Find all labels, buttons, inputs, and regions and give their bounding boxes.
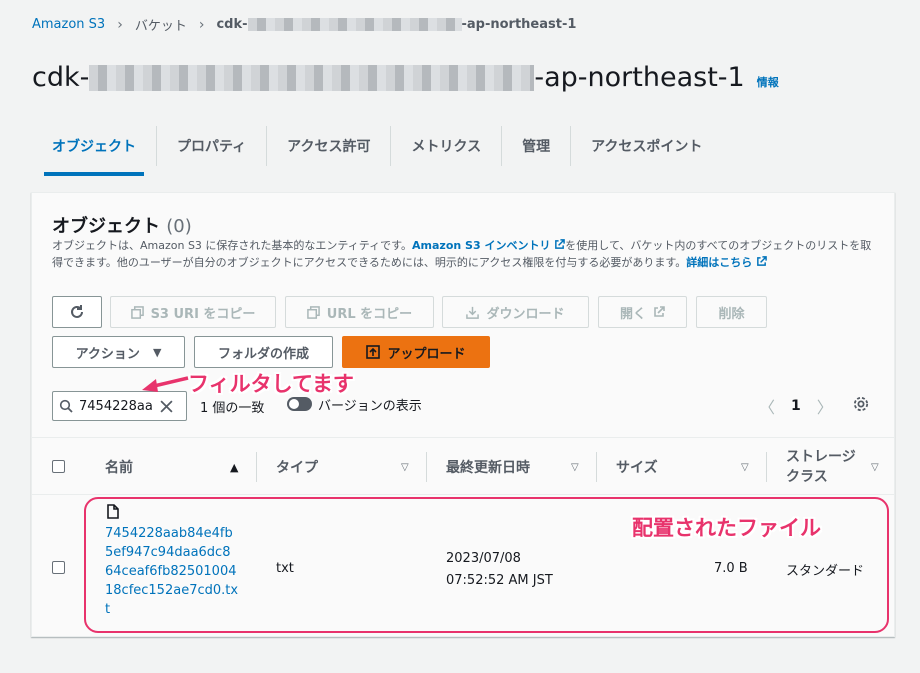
refresh-icon — [71, 305, 83, 318]
column-size[interactable]: サイズ ▽ — [596, 438, 766, 496]
download-icon — [466, 306, 480, 319]
caret-down-icon: ▼ — [152, 345, 162, 359]
filter-annotation: フィルタしてます — [188, 372, 354, 396]
select-all-checkbox[interactable] — [52, 460, 65, 473]
copy-icon — [130, 305, 144, 319]
tab-permissions[interactable]: アクセス許可 — [267, 126, 392, 166]
object-count: (0) — [166, 216, 192, 237]
current-page[interactable]: 1 — [791, 398, 801, 414]
row-checkbox[interactable] — [52, 561, 65, 574]
external-link-icon — [654, 306, 665, 317]
gear-icon[interactable] — [852, 395, 870, 413]
breadcrumb-s3-link[interactable]: Amazon S3 — [32, 17, 105, 32]
match-count: 1 個の一致 — [200, 401, 265, 416]
filter-value: 7454228aab84e4fb — [79, 398, 154, 414]
inventory-link[interactable]: Amazon S3 インベントリ — [412, 239, 566, 252]
sort-icon: ▽ — [741, 461, 749, 473]
tab-management[interactable]: 管理 — [502, 126, 572, 166]
table-header: 名前 ▲ タイプ ▽ 最終更新日時 ▽ サイズ ▽ ストレージ クラス ▽ — [32, 437, 894, 495]
breadcrumb-buckets-link[interactable]: バケット — [135, 15, 187, 34]
tab-access-points[interactable]: アクセスポイント — [571, 126, 722, 166]
create-folder-button[interactable]: フォルダの作成 — [194, 336, 333, 368]
actions-dropdown[interactable]: アクション ▼ — [52, 336, 185, 368]
open-button[interactable]: 開く — [598, 296, 687, 328]
breadcrumb-current: cdk- -ap-northeast-1 — [216, 17, 577, 32]
tab-bar: オブジェクト プロパティ アクセス許可 メトリクス 管理 アクセスポイント — [32, 126, 722, 176]
page-title: cdk- -ap-northeast-1 — [32, 62, 745, 93]
copy-icon — [306, 305, 320, 319]
copy-url-button[interactable]: URL をコピー — [285, 296, 434, 328]
column-last-modified[interactable]: 最終更新日時 ▽ — [426, 438, 596, 496]
file-annotation: 配置されたファイル — [632, 516, 821, 540]
show-versions-toggle[interactable] — [287, 397, 312, 411]
sort-icon: ▽ — [571, 461, 579, 473]
tab-metrics[interactable]: メトリクス — [391, 126, 503, 166]
upload-button[interactable]: アップロード — [342, 336, 490, 368]
delete-button[interactable]: 削除 — [696, 296, 767, 328]
panel-description: オブジェクトは、Amazon S3 に保存された基本的なエンティティです。Ama… — [52, 239, 872, 269]
search-icon — [59, 399, 73, 413]
breadcrumb: Amazon S3 › バケット › cdk- -ap-northeast-1 — [32, 15, 577, 35]
chevron-left-icon[interactable]: 〈 — [759, 394, 775, 418]
tab-properties[interactable]: プロパティ — [157, 126, 268, 166]
copy-s3-uri-button[interactable]: S3 URI をコピー — [110, 296, 276, 328]
upload-icon — [366, 345, 381, 359]
external-link-icon — [555, 239, 566, 249]
column-type[interactable]: タイプ ▽ — [256, 438, 426, 496]
sort-icon: ▽ — [871, 461, 879, 473]
page-header: cdk- -ap-northeast-1 情報 — [32, 62, 779, 93]
sort-asc-icon: ▲ — [230, 460, 239, 474]
refresh-button[interactable] — [52, 296, 102, 328]
column-storage-class[interactable]: ストレージ クラス ▽ — [766, 438, 894, 496]
filter-input[interactable]: 7454228aab84e4fb — [52, 391, 187, 421]
tab-objects[interactable]: オブジェクト — [32, 126, 157, 176]
external-link-icon — [757, 256, 767, 266]
redacted-text — [247, 18, 462, 31]
chevron-right-icon[interactable]: 〉 — [817, 394, 833, 418]
redacted-text — [89, 64, 535, 91]
clear-icon[interactable] — [160, 399, 173, 413]
chevron-right-icon: › — [117, 16, 123, 33]
pagination: 〈 1 〉 — [759, 394, 833, 418]
download-button[interactable]: ダウンロード — [442, 296, 589, 328]
column-name[interactable]: 名前 ▲ — [105, 438, 255, 496]
chevron-right-icon: › — [198, 16, 205, 33]
learn-more-link[interactable]: 詳細はこちら — [686, 256, 767, 269]
panel-title: オブジェクト (0) — [52, 216, 192, 237]
sort-icon: ▽ — [401, 461, 409, 473]
annotation-arrow — [142, 376, 189, 392]
info-link[interactable]: 情報 — [757, 74, 779, 90]
